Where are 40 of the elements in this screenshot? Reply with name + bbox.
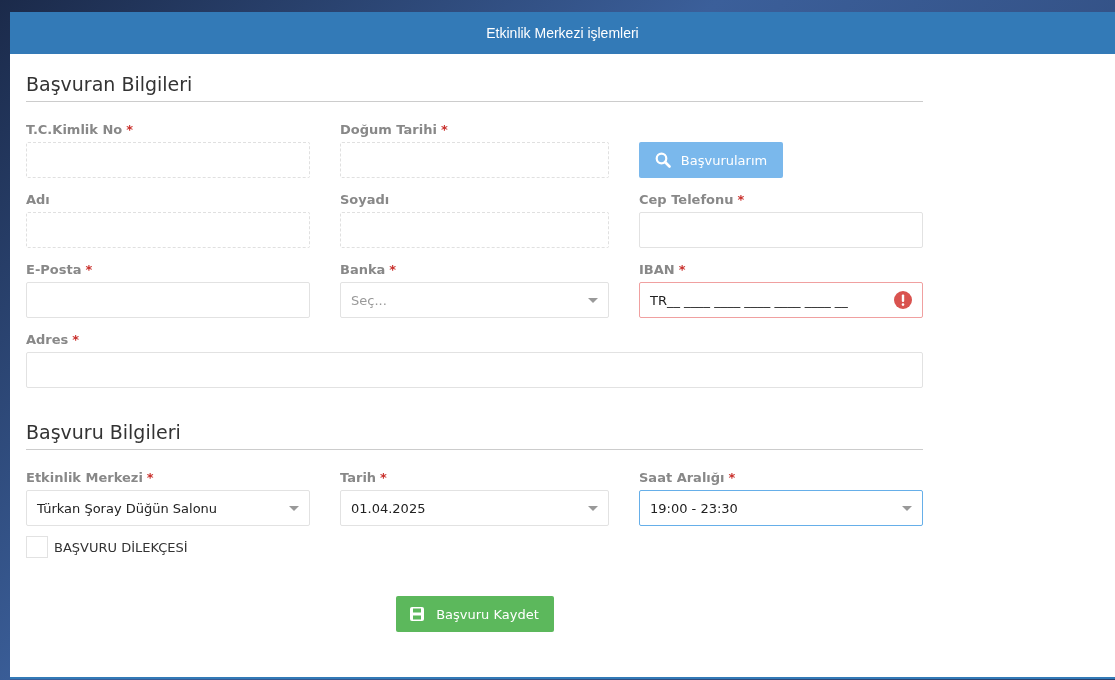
caret-icon (588, 297, 598, 303)
caret-icon (289, 505, 299, 511)
required-asterisk: * (678, 262, 686, 277)
input-field[interactable] (639, 212, 923, 248)
input-field[interactable] (26, 282, 310, 318)
field-label: Cep Telefonu (639, 192, 734, 207)
field-label: E-Posta (26, 262, 82, 277)
select-field[interactable]: Türkan Şoray Düğün Salonu (26, 490, 310, 526)
required-asterisk: * (72, 332, 80, 347)
required-asterisk: * (380, 470, 387, 485)
required-asterisk: * (126, 122, 134, 137)
section-title: Başvuran Bilgileri (26, 68, 923, 102)
required-asterisk: * (728, 470, 736, 485)
field-label: Doğum Tarihi (340, 122, 437, 137)
caret-icon (588, 505, 598, 511)
required-asterisk: * (85, 262, 93, 277)
field-label: Tarih (340, 470, 377, 485)
field-label: Etkinlik Merkezi (26, 470, 143, 485)
field-label: Adres (26, 332, 69, 347)
field-label: Soyadı (340, 192, 390, 207)
required-asterisk: * (146, 470, 154, 485)
field-label: T.C.Kimlik No (26, 122, 123, 137)
checkbox[interactable] (26, 536, 48, 558)
field-label: Saat Aralığı (639, 470, 725, 485)
dialog-title: Etkinlik Merkezi işlemleri (486, 25, 639, 41)
field-label: IBAN (639, 262, 675, 277)
caret-icon (902, 505, 912, 511)
select-field[interactable]: 01.04.2025 (340, 490, 609, 526)
search-icon (654, 152, 671, 168)
select-field[interactable]: 19:00 - 23:30 (639, 490, 923, 526)
error-icon (894, 291, 912, 309)
field-label: Banka (340, 262, 386, 277)
section-title: Başvuru Bilgileri (26, 416, 923, 450)
required-asterisk: * (440, 122, 448, 137)
required-asterisk: * (737, 192, 745, 207)
field-label: Adı (26, 192, 50, 207)
required-asterisk: * (389, 262, 397, 277)
checkbox-label: BAŞVURU DİLEKÇESİ (54, 539, 188, 555)
input-field[interactable] (26, 352, 923, 388)
input-field[interactable]: TR__ ____ ____ ____ ____ ____ __ (639, 282, 923, 318)
